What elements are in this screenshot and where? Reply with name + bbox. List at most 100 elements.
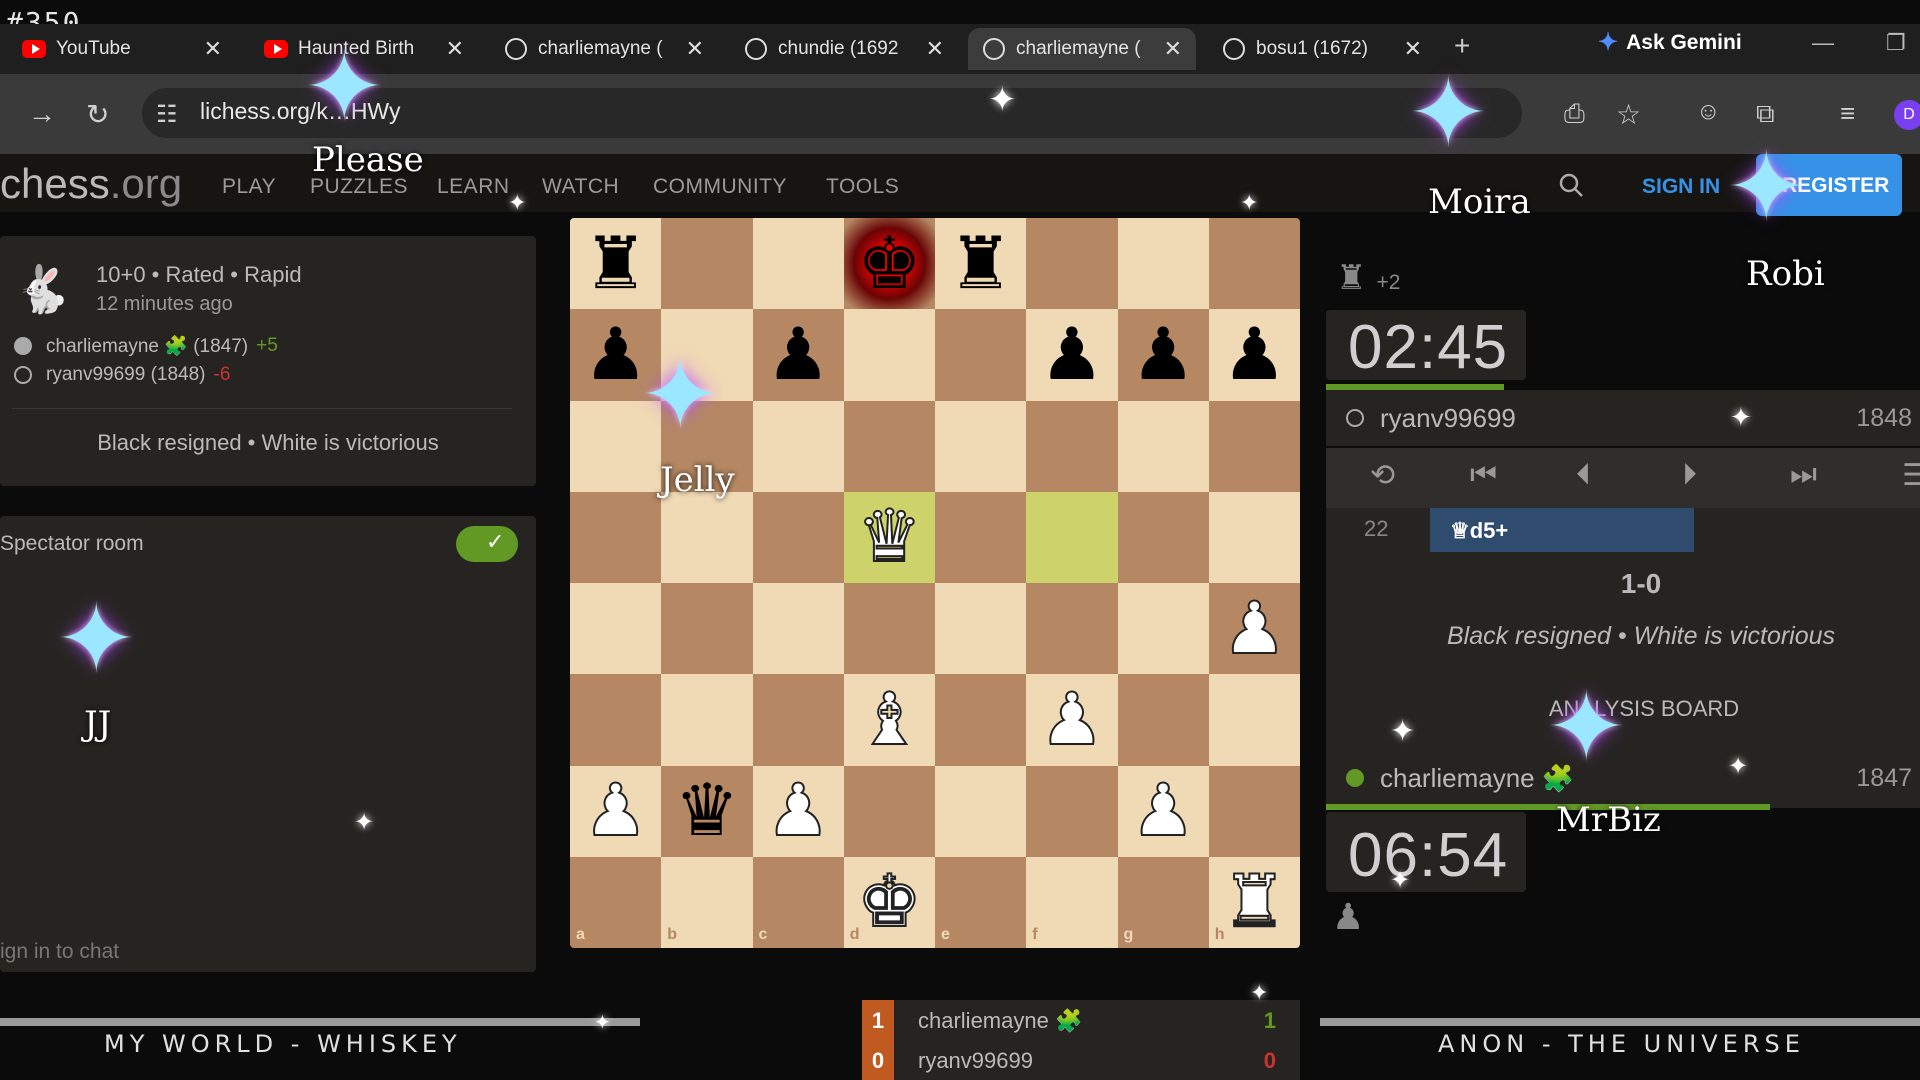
square-e4[interactable] bbox=[935, 583, 1027, 675]
close-icon[interactable]: ✕ bbox=[204, 36, 222, 62]
square-f5[interactable] bbox=[1026, 491, 1118, 583]
restore-icon[interactable]: ❐ bbox=[1886, 30, 1906, 56]
menu-icon[interactable]: ☰ bbox=[1902, 458, 1920, 493]
new-tab-icon[interactable]: + bbox=[1454, 30, 1470, 62]
white-pawn-icon[interactable]: ♟ bbox=[582, 774, 649, 848]
square-g5[interactable] bbox=[1117, 491, 1209, 583]
site-logo[interactable]: chess.org bbox=[0, 160, 182, 208]
bookmark-star-icon[interactable]: ☆ bbox=[1616, 98, 1641, 131]
tab-charliemayne-active[interactable]: charliemayne ( ✕ bbox=[968, 28, 1196, 70]
square-d4[interactable] bbox=[843, 583, 935, 675]
square-c7[interactable]: ♟ bbox=[752, 309, 844, 401]
minimize-icon[interactable]: — bbox=[1812, 30, 1834, 56]
extension-face-icon[interactable]: ☺ bbox=[1696, 98, 1721, 126]
square-c8[interactable] bbox=[752, 218, 844, 310]
reload-icon[interactable]: ↻ bbox=[86, 98, 109, 131]
square-d2[interactable] bbox=[843, 765, 935, 857]
square-a4[interactable] bbox=[570, 583, 662, 675]
square-e8[interactable]: ♜ bbox=[935, 218, 1027, 310]
extensions-icon[interactable]: ⧉ bbox=[1756, 98, 1775, 130]
black-pawn-icon[interactable]: ♟ bbox=[1040, 319, 1105, 391]
next-move-icon[interactable]: ⏵ bbox=[1682, 458, 1697, 492]
close-icon[interactable]: ✕ bbox=[1404, 36, 1422, 62]
ask-gemini-button[interactable]: ✦ Ask Gemini bbox=[1598, 28, 1742, 57]
close-icon[interactable]: ✕ bbox=[446, 36, 464, 62]
tab-bosu1[interactable]: bosu1 (1672) ✕ bbox=[1208, 28, 1436, 70]
square-a5[interactable] bbox=[570, 491, 662, 583]
black-queen-icon[interactable]: ♛ bbox=[675, 775, 740, 847]
black-king-icon[interactable]: ♚ bbox=[857, 228, 922, 300]
white-rook-icon[interactable]: ♜ bbox=[1221, 865, 1288, 939]
square-e3[interactable] bbox=[935, 674, 1027, 766]
black-rook-icon[interactable]: ♜ bbox=[948, 228, 1013, 300]
nav-tools[interactable]: TOOLS bbox=[826, 175, 899, 199]
square-f1[interactable] bbox=[1026, 856, 1118, 948]
square-e5[interactable] bbox=[935, 491, 1027, 583]
white-player-line[interactable]: charliemayne 🧩 (1847) +5 bbox=[14, 334, 278, 358]
black-pawn-icon[interactable]: ♟ bbox=[583, 319, 648, 391]
opponent-user[interactable]: ryanv99699 1848 bbox=[1326, 390, 1920, 446]
close-icon[interactable]: ✕ bbox=[686, 36, 704, 62]
square-g2[interactable]: ♟ bbox=[1117, 765, 1209, 857]
square-f4[interactable] bbox=[1026, 583, 1118, 675]
square-b5[interactable] bbox=[661, 491, 753, 583]
square-g7[interactable]: ♟ bbox=[1117, 309, 1209, 401]
media-controls-icon[interactable]: ≡ bbox=[1840, 98, 1855, 129]
white-bishop-icon[interactable]: ♝ bbox=[856, 683, 923, 757]
square-a8[interactable]: ♜ bbox=[570, 218, 662, 310]
square-b4[interactable] bbox=[661, 583, 753, 675]
square-d8[interactable]: ♚ bbox=[843, 218, 935, 310]
prev-move-icon[interactable]: ⏴ bbox=[1576, 458, 1591, 492]
white-king-icon[interactable]: ♚ bbox=[856, 865, 923, 939]
site-settings-icon[interactable]: ☷ bbox=[156, 100, 178, 129]
current-move[interactable]: ♕d5+ bbox=[1430, 508, 1694, 552]
square-c4[interactable] bbox=[752, 583, 844, 675]
square-f2[interactable] bbox=[1026, 765, 1118, 857]
flip-board-icon[interactable]: ⟲ bbox=[1370, 458, 1395, 493]
search-icon[interactable] bbox=[1558, 172, 1584, 198]
nav-community[interactable]: COMMUNITY bbox=[653, 175, 787, 199]
square-f6[interactable] bbox=[1026, 400, 1118, 492]
square-a2[interactable]: ♟ bbox=[570, 765, 662, 857]
nav-learn[interactable]: LEARN bbox=[437, 175, 510, 199]
square-d5[interactable]: ♛ bbox=[843, 491, 935, 583]
white-pawn-icon[interactable]: ♟ bbox=[765, 774, 832, 848]
square-f7[interactable]: ♟ bbox=[1026, 309, 1118, 401]
square-e7[interactable] bbox=[935, 309, 1027, 401]
square-d6[interactable] bbox=[843, 400, 935, 492]
square-a3[interactable] bbox=[570, 674, 662, 766]
white-pawn-icon[interactable]: ♟ bbox=[1039, 683, 1106, 757]
install-app-icon[interactable]: ⎙ bbox=[1564, 98, 1585, 130]
close-icon[interactable]: ✕ bbox=[926, 36, 944, 62]
square-c5[interactable] bbox=[752, 491, 844, 583]
chat-input[interactable]: ign in to chat bbox=[0, 940, 119, 964]
square-e2[interactable] bbox=[935, 765, 1027, 857]
white-pawn-icon[interactable]: ♟ bbox=[1221, 592, 1288, 666]
chat-toggle[interactable] bbox=[456, 526, 518, 562]
close-icon[interactable]: ✕ bbox=[1164, 36, 1182, 62]
first-move-icon[interactable]: ⏮ bbox=[1470, 458, 1497, 492]
tab-charliemayne-1[interactable]: charliemayne ( ✕ bbox=[490, 28, 718, 70]
white-queen-icon[interactable]: ♛ bbox=[856, 500, 923, 574]
black-player-line[interactable]: ryanv99699 (1848) -6 bbox=[14, 364, 230, 386]
forward-icon[interactable]: → bbox=[28, 98, 56, 130]
square-f3[interactable]: ♟ bbox=[1026, 674, 1118, 766]
square-g4[interactable] bbox=[1117, 583, 1209, 675]
profile-avatar[interactable]: D bbox=[1894, 100, 1920, 130]
last-move-icon[interactable]: ⏭ bbox=[1790, 458, 1817, 492]
square-f8[interactable] bbox=[1026, 218, 1118, 310]
black-pawn-icon[interactable]: ♟ bbox=[766, 319, 831, 391]
black-rook-icon[interactable]: ♜ bbox=[583, 228, 648, 300]
nav-play[interactable]: PLAY bbox=[222, 175, 276, 199]
square-b2[interactable]: ♛ bbox=[661, 765, 753, 857]
nav-watch[interactable]: WATCH bbox=[542, 175, 619, 199]
square-g6[interactable] bbox=[1117, 400, 1209, 492]
square-b3[interactable] bbox=[661, 674, 753, 766]
square-g3[interactable] bbox=[1117, 674, 1209, 766]
square-c2[interactable]: ♟ bbox=[752, 765, 844, 857]
white-pawn-icon[interactable]: ♟ bbox=[1130, 774, 1197, 848]
square-d3[interactable]: ♝ bbox=[843, 674, 935, 766]
tab-youtube[interactable]: YouTube ✕ bbox=[8, 28, 236, 70]
square-g8[interactable] bbox=[1117, 218, 1209, 310]
sign-in-link[interactable]: SIGN IN bbox=[1642, 175, 1720, 199]
